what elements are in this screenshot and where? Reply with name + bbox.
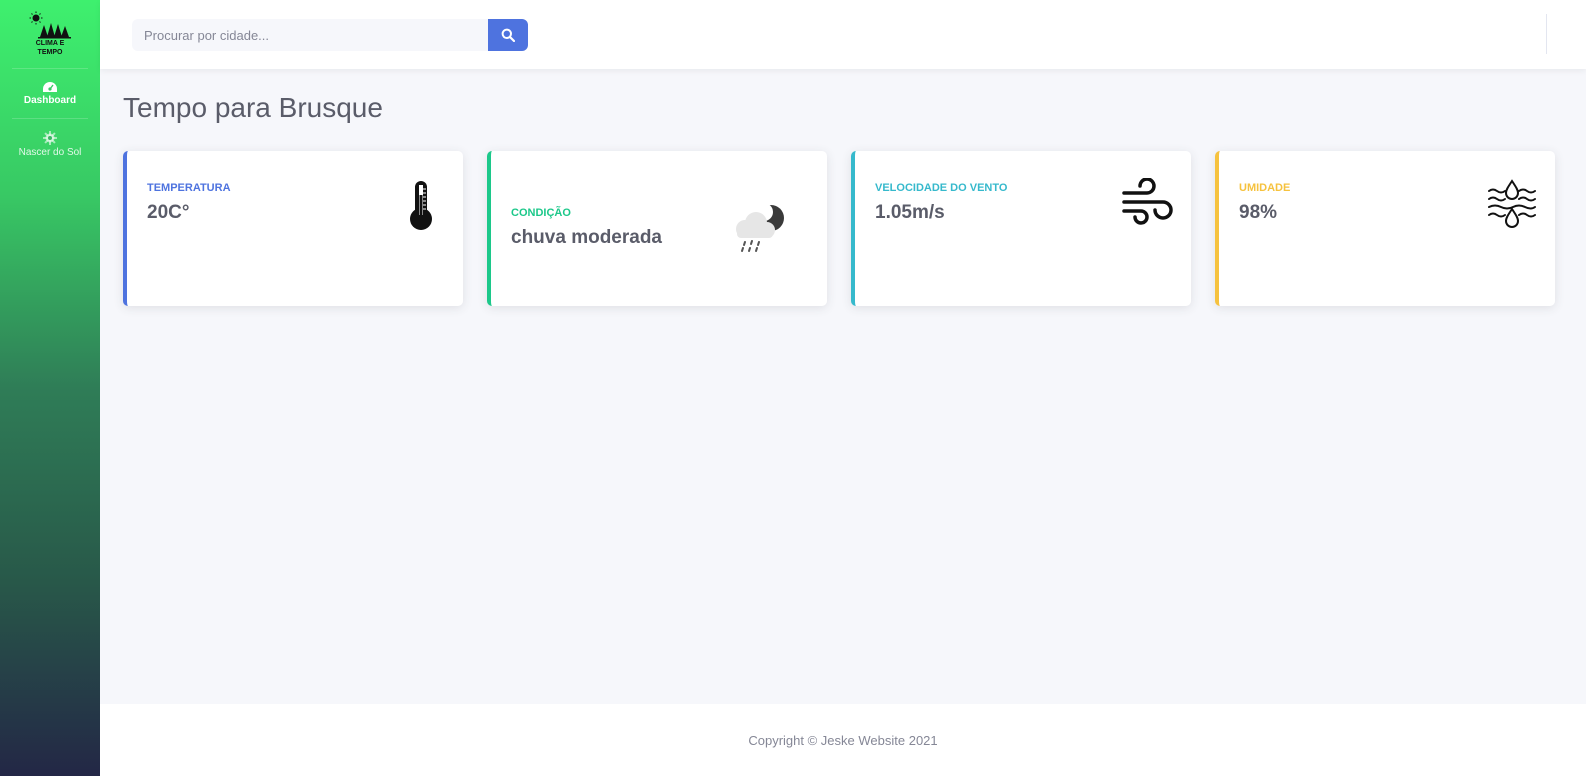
topbar <box>100 0 1586 69</box>
card-label: VELOCIDADE DO VENTO <box>875 182 1008 194</box>
footer: Copyright © Jeske Website 2021 <box>100 704 1586 776</box>
temperature-card: TEMPERATURA 20C° <box>123 151 463 306</box>
brand-line1: CLIMA E <box>35 40 65 47</box>
humidity-icon <box>1488 179 1536 228</box>
card-value: chuva moderada <box>511 227 662 248</box>
wind-icon <box>1122 178 1173 225</box>
thermometer-icon <box>410 181 432 230</box>
sidebar-item-label: Nascer do Sol <box>18 147 82 158</box>
rain-cloud-moon-icon <box>736 203 784 252</box>
card-value: 1.05m/s <box>875 202 945 223</box>
brand-line2: TEMPO <box>37 49 63 56</box>
search-input[interactable] <box>132 19 488 51</box>
footer-copyright: Copyright © Jeske Website 2021 <box>748 732 938 748</box>
brand-logo[interactable]: CLIMA E TEMPO <box>12 0 88 69</box>
topbar-divider <box>1546 14 1547 54</box>
sidebar-item-nascer-do-sol[interactable]: Nascer do Sol <box>12 119 88 170</box>
sidebar-item-dashboard[interactable]: Dashboard <box>12 69 88 119</box>
sun-trees-icon <box>29 11 71 39</box>
card-label: CONDIÇÃO <box>511 207 571 219</box>
card-value: 20C° <box>147 202 190 223</box>
sidebar-item-label: Dashboard <box>23 95 77 106</box>
page-title: Tempo para Brusque <box>123 92 383 123</box>
card-label: UMIDADE <box>1239 182 1291 194</box>
humidity-card: UMIDADE 98% <box>1215 151 1555 306</box>
search-form <box>132 19 528 51</box>
tachometer-icon <box>43 82 57 92</box>
search-button[interactable] <box>488 19 528 51</box>
sidebar: CLIMA E TEMPO Dashboard Nascer do Sol <box>0 0 100 776</box>
cog-icon <box>43 131 57 145</box>
wind-card: VELOCIDADE DO VENTO 1.05m/s <box>851 151 1191 306</box>
search-icon <box>501 28 515 42</box>
card-label: TEMPERATURA <box>147 182 231 194</box>
condition-card: CONDIÇÃO chuva moderada <box>487 151 827 306</box>
card-value: 98% <box>1239 202 1278 223</box>
